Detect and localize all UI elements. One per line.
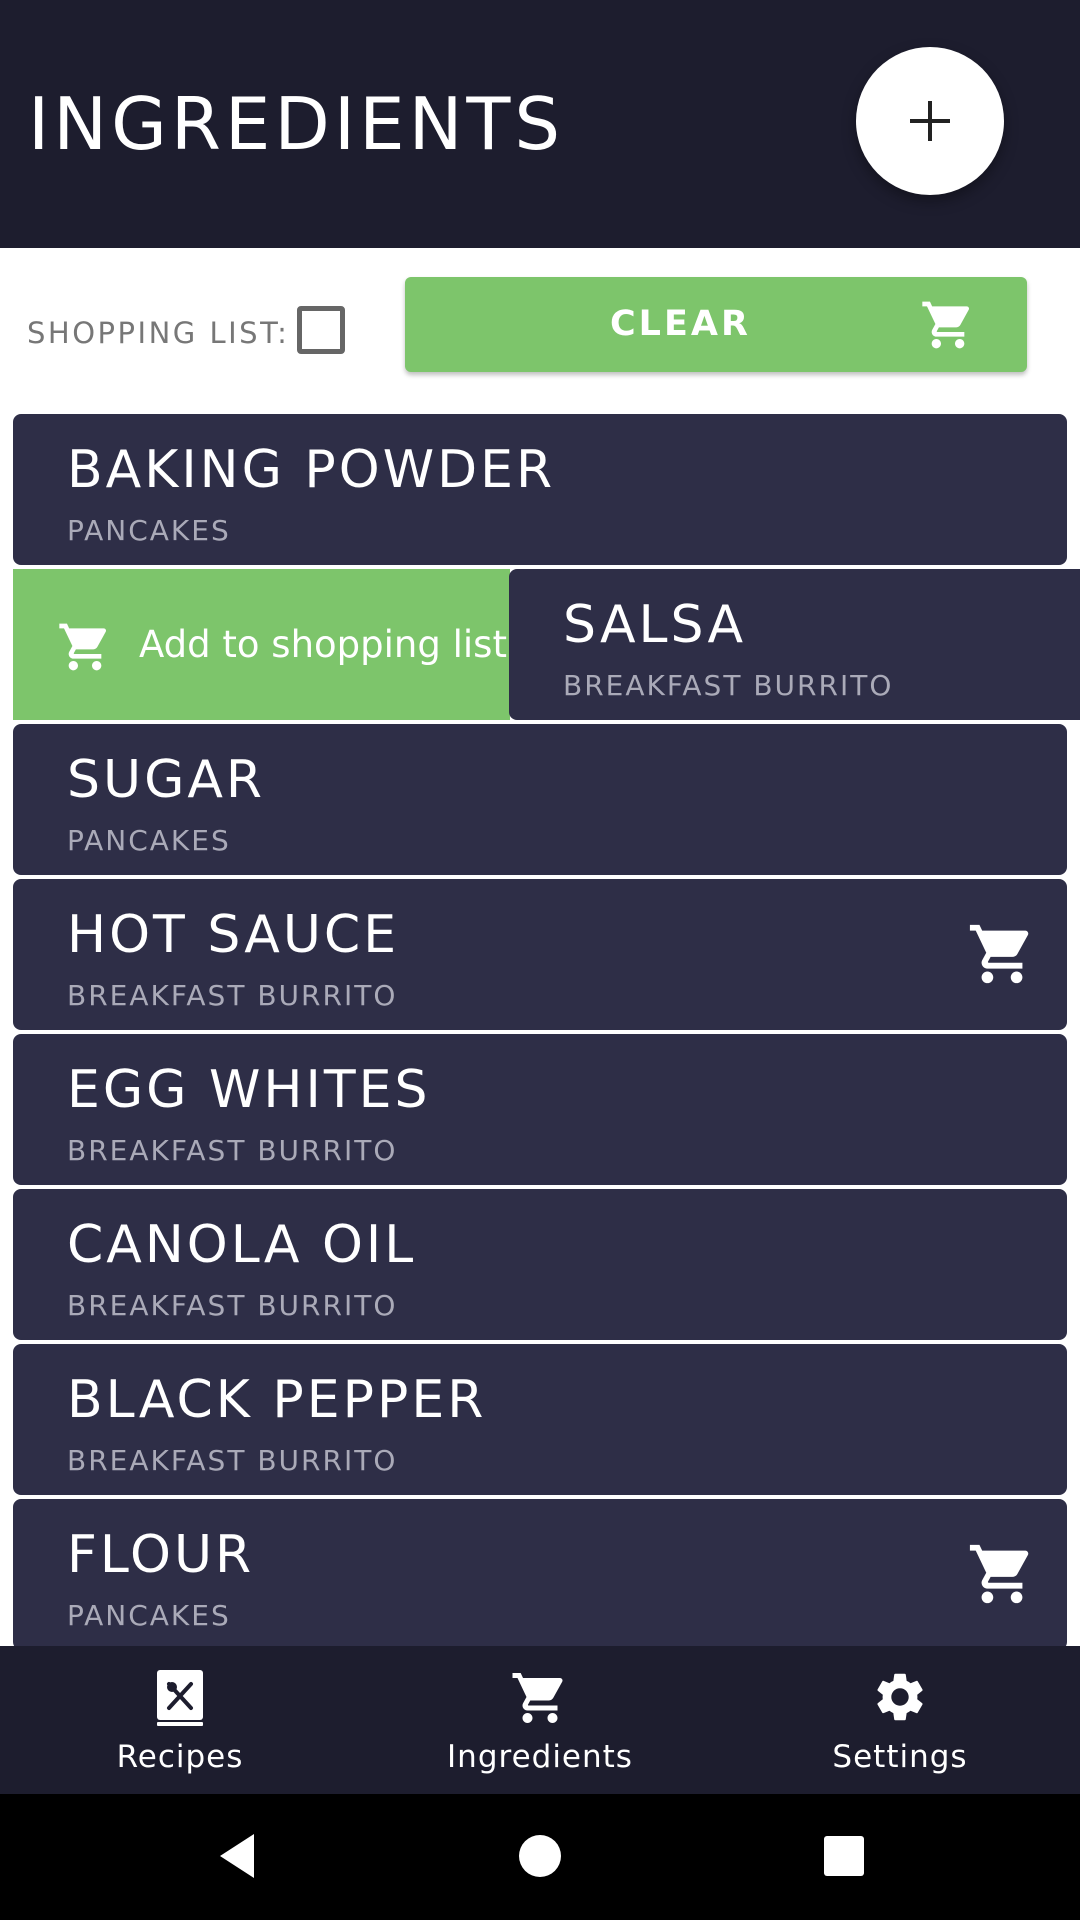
system-navigation-bar [0,1794,1080,1920]
ingredient-name: BAKING POWDER [67,440,556,500]
nav-item-ingredients[interactable]: Ingredients [360,1646,720,1794]
ingredient-item[interactable]: SALSA BREAKFAST BURRITO [509,569,1080,720]
ingredient-recipe: BREAKFAST BURRITO [67,1289,398,1322]
gear-icon [877,1673,923,1721]
add-to-shopping-list-action[interactable]: Add to shopping list [13,569,510,720]
ingredient-name: FLOUR [67,1525,255,1585]
cart-icon [922,301,970,349]
ingredient-item[interactable]: FLOUR PANCAKES [13,1499,1067,1646]
in-cart-icon [969,1544,1029,1604]
cart-icon [512,1673,563,1723]
bottom-navigation: Recipes Ingredients Settings [0,1646,1080,1794]
plus-icon [910,101,950,141]
ingredient-name: BLACK PEPPER [67,1370,487,1430]
ingredient-item[interactable]: EGG WHITES BREAKFAST BURRITO [13,1034,1067,1185]
shopping-list-checkbox[interactable] [297,306,345,354]
ingredient-recipe: PANCAKES [67,514,231,547]
ingredient-item[interactable]: CANOLA OIL BREAKFAST BURRITO [13,1189,1067,1340]
in-cart-icon [969,924,1029,984]
ingredient-name: SALSA [563,595,747,655]
nav-label-recipes: Recipes [116,1739,244,1775]
ingredient-recipe: PANCAKES [67,824,231,857]
recipe-book-icon [157,1670,203,1726]
nav-item-settings[interactable]: Settings [720,1646,1080,1794]
clear-button[interactable]: CLEAR [405,277,1027,372]
page-title: INGREDIENTS [28,82,565,166]
recents-icon[interactable] [822,1830,866,1882]
ingredient-item[interactable]: HOT SAUCE BREAKFAST BURRITO [13,879,1067,1030]
ingredient-recipe: PANCAKES [67,1599,231,1632]
ingredient-item[interactable]: BLACK PEPPER BREAKFAST BURRITO [13,1344,1067,1495]
ingredient-item[interactable]: SUGAR PANCAKES [13,724,1067,875]
ingredient-recipe: BREAKFAST BURRITO [67,1134,398,1167]
add-ingredient-button[interactable] [856,47,1004,195]
home-icon[interactable] [518,1830,562,1882]
nav-label-ingredients: Ingredients [447,1739,633,1775]
nav-item-recipes[interactable]: Recipes [0,1646,360,1794]
ingredient-name: HOT SAUCE [67,905,400,965]
ingredient-recipe: BREAKFAST BURRITO [67,1444,398,1477]
ingredient-item[interactable]: BAKING POWDER PANCAKES [13,414,1067,565]
clear-button-label: CLEAR [610,304,751,344]
back-icon[interactable] [214,1830,258,1882]
ingredient-recipe: BREAKFAST BURRITO [67,979,398,1012]
cart-icon [59,623,107,671]
ingredient-name: EGG WHITES [67,1060,431,1120]
ingredient-name: CANOLA OIL [67,1215,417,1275]
app-header: INGREDIENTS [0,0,1080,248]
ingredient-name: SUGAR [67,750,266,810]
add-to-shopping-list-label: Add to shopping list [139,623,507,666]
ingredient-list[interactable]: BAKING POWDER PANCAKES Add to shopping l… [0,414,1080,1646]
shopping-list-label: SHOPPING LIST: [27,316,290,350]
nav-label-settings: Settings [832,1739,968,1775]
ingredient-recipe: BREAKFAST BURRITO [563,669,894,702]
